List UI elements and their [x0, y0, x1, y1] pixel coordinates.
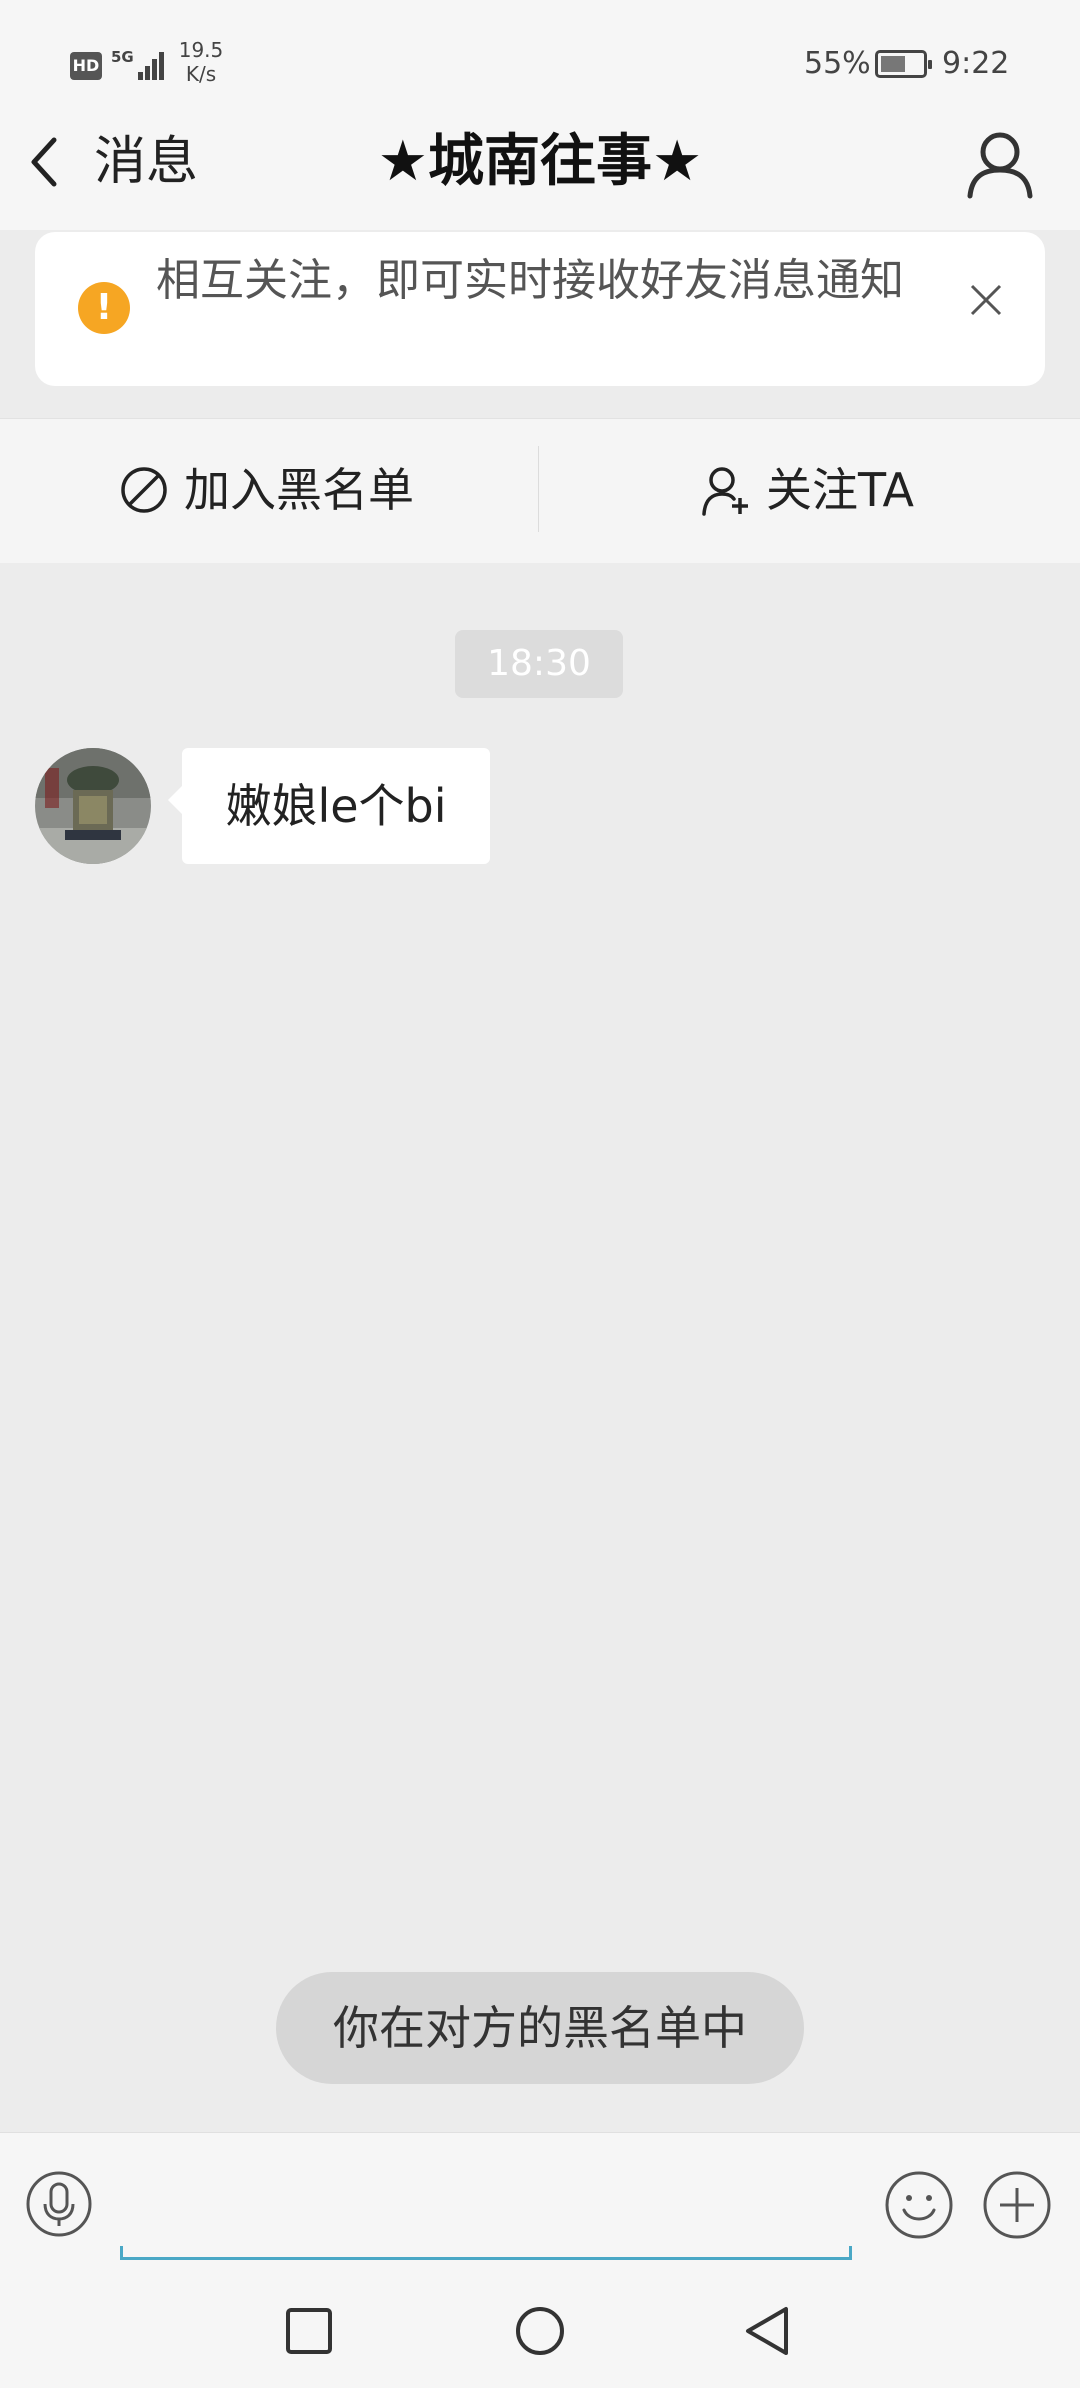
page-title: ★城南往事★: [377, 129, 703, 194]
input-underline: [120, 2246, 852, 2260]
home-icon[interactable]: [514, 2305, 566, 2357]
back-label[interactable]: 消息: [94, 130, 198, 194]
network-speed: 19.5 K/s: [176, 38, 226, 86]
divider: [538, 446, 539, 532]
network-speed-unit: K/s: [185, 62, 217, 86]
chevron-left-icon[interactable]: [24, 132, 64, 192]
add-to-blacklist-button[interactable]: 加入黑名单: [120, 450, 440, 530]
avatar[interactable]: [35, 748, 151, 864]
block-icon: [121, 467, 167, 513]
message-bubble[interactable]: 嫩娘le个bi: [168, 748, 490, 864]
close-icon[interactable]: [968, 282, 1004, 318]
network-speed-value: 19.5: [178, 38, 224, 62]
smile-icon[interactable]: [884, 2170, 954, 2240]
notice-text: 相互关注，即可实时接收好友消息通知: [156, 255, 904, 306]
clock: 9:22: [942, 46, 1010, 81]
blacklist-toast: 你在对方的黑名单中: [276, 1972, 804, 2084]
follow-button[interactable]: 关注TA: [700, 450, 1000, 530]
message-timestamp: 18:30: [455, 630, 623, 698]
add-to-blacklist-label: 加入黑名单: [184, 463, 414, 517]
recent-apps-icon[interactable]: [284, 2306, 334, 2356]
person-icon[interactable]: [964, 128, 1036, 200]
message-input[interactable]: [120, 2170, 852, 2256]
battery-percent: 55%: [804, 46, 871, 81]
exclamation-circle-icon: !: [78, 282, 130, 334]
system-back-icon[interactable]: [742, 2303, 792, 2359]
hd-indicator: HD: [70, 52, 102, 80]
microphone-icon[interactable]: [25, 2170, 93, 2238]
follow-label: 关注TA: [766, 463, 914, 517]
battery-icon: [875, 50, 932, 78]
plus-icon[interactable]: [982, 2170, 1052, 2240]
add-user-icon: [702, 467, 748, 516]
avatar-image: [35, 748, 151, 864]
signal-icon: [124, 48, 164, 80]
